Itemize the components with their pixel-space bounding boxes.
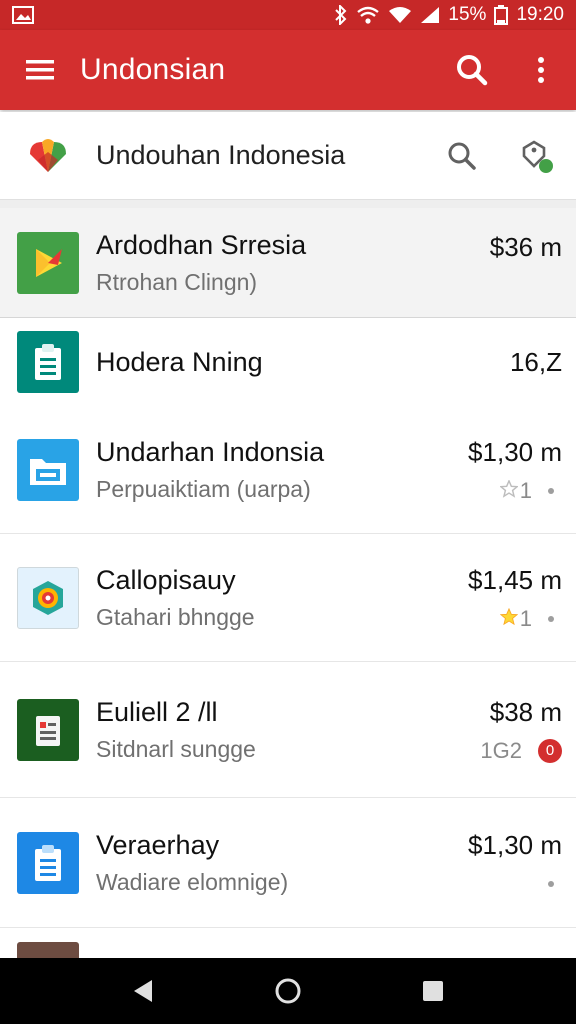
notebook-icon — [17, 698, 79, 761]
item-subtitle: Rtrohan Clingn) — [96, 268, 258, 295]
spiral-icon — [17, 566, 79, 629]
clipboard-icon — [17, 331, 79, 393]
item-title: Euliell 2 /ll — [96, 696, 218, 727]
item-price: $36 m — [489, 231, 562, 262]
app-bar: Undonsian — [0, 30, 576, 110]
item-count: 1 — [519, 605, 532, 631]
item-subtitle: Sitdnarl sungge — [96, 735, 256, 762]
list-item[interactable]: Undarhan Indonsia Perpuaiktiam (uarpa) $… — [0, 406, 576, 534]
signal-icon — [421, 7, 440, 23]
app-list: Ardodhan Srresia Rtrohan Clingn) $36 m H… — [0, 208, 576, 972]
badge-icon: 0 — [538, 738, 562, 763]
home-icon — [275, 978, 301, 1004]
search-button[interactable] — [424, 112, 500, 200]
item-subtitle: Gtahari bhngge — [96, 603, 255, 630]
navigation-bar — [0, 958, 576, 1024]
menu-icon — [26, 60, 54, 80]
list-item[interactable]: Callopisauy Gtahari bhngge $1,45 m 1 — [0, 534, 576, 662]
item-price: $1,45 m — [468, 564, 562, 595]
search-query[interactable]: Undouhan Indonesia — [96, 140, 424, 171]
more-vert-icon — [538, 57, 544, 83]
item-price: 16,Z — [509, 347, 562, 377]
status-dot — [548, 487, 554, 494]
bluetooth-icon — [335, 5, 347, 25]
clock: 19:20 — [516, 4, 564, 25]
play-store-icon — [17, 231, 79, 294]
item-subtitle: Perpuaiktiam (uarpa) — [96, 475, 311, 502]
status-dot — [548, 880, 554, 887]
app-logo-icon — [30, 138, 66, 172]
app-logo — [0, 132, 96, 180]
battery-percent: 15% — [448, 4, 487, 25]
status-bar: 15% 19:20 — [0, 0, 576, 30]
item-price: $38 m — [489, 696, 562, 727]
wifi-icon — [357, 6, 380, 24]
star-icon — [499, 606, 519, 632]
item-title: Hodera Nning — [96, 347, 263, 377]
item-title: Undarhan Indonsia — [96, 436, 325, 467]
list-item[interactable]: Hodera Nning 16,Z — [0, 318, 576, 406]
back-icon — [133, 980, 152, 1002]
search-icon — [448, 142, 476, 170]
status-dot — [548, 615, 554, 622]
item-count: 1 — [519, 477, 532, 503]
filter-tag-icon — [522, 139, 553, 173]
list-item[interactable]: Veraerhay Wadiare elomnige) $1,30 m — [0, 798, 576, 928]
recents-button[interactable] — [393, 958, 473, 1024]
more-options-button[interactable] — [506, 30, 576, 110]
item-title: Veraerhay — [96, 829, 220, 860]
document-icon — [17, 831, 79, 894]
search-icon — [457, 55, 488, 86]
filter-button[interactable] — [500, 112, 576, 200]
folder-icon — [17, 438, 79, 501]
item-title: Callopisauy — [96, 564, 236, 595]
search-row: Undouhan Indonesia — [0, 112, 576, 200]
recents-icon — [423, 981, 444, 1001]
search-button[interactable] — [436, 30, 506, 110]
back-button[interactable] — [103, 958, 183, 1024]
item-title: Ardodhan Srresia — [96, 229, 307, 260]
home-button[interactable] — [248, 958, 328, 1024]
item-price: $1,30 m — [468, 436, 562, 467]
item-price: $1,30 m — [468, 829, 562, 860]
menu-button[interactable] — [0, 30, 80, 110]
wifi-icon — [389, 7, 412, 23]
battery-icon — [494, 5, 509, 25]
star-icon — [498, 478, 519, 504]
item-subtitle: Wadiare elomnige) — [96, 868, 289, 895]
item-count: 1G2 — [480, 737, 522, 763]
list-item[interactable]: Euliell 2 /ll Sitdnarl sungge $38 m 1G2 … — [0, 662, 576, 798]
image-icon — [12, 6, 34, 24]
app-title: Undonsian — [80, 53, 226, 86]
list-item[interactable]: Ardodhan Srresia Rtrohan Clingn) $36 m — [0, 208, 576, 318]
